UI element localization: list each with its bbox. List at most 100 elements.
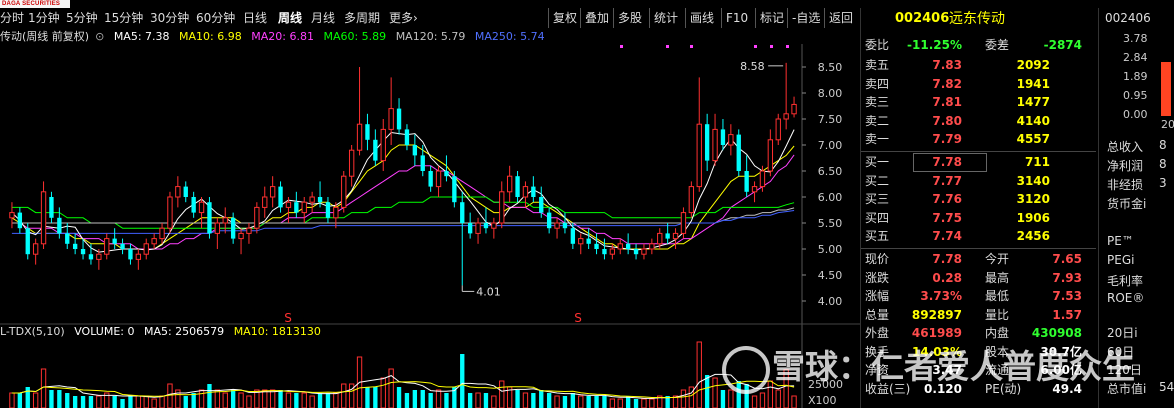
ma120-line xyxy=(11,207,795,224)
period-tab-8[interactable]: 月线 xyxy=(311,8,335,28)
candle-body xyxy=(128,249,133,260)
volume-bar xyxy=(617,398,623,408)
candle-body xyxy=(167,196,173,229)
toolbar-button-6[interactable]: 标记 xyxy=(760,8,784,28)
candle-body xyxy=(483,223,489,229)
volume-bar xyxy=(791,395,797,408)
candle-body xyxy=(301,201,307,214)
volume-bar xyxy=(159,395,165,408)
toolbar-button-0[interactable]: 复权 xyxy=(553,8,577,28)
candle-body xyxy=(491,222,497,229)
period-tab-2[interactable]: 5分钟 xyxy=(66,8,98,28)
stat-value-2: 7.65 xyxy=(1052,252,1082,266)
volume-bar xyxy=(72,396,78,408)
toolbar-button-7[interactable]: -自选 xyxy=(792,8,820,28)
ask-label: 卖一 xyxy=(865,132,890,146)
bid-price: 7.77 xyxy=(932,173,962,188)
valuation-label[interactable]: PE™ xyxy=(1107,234,1134,248)
toolbar-button-2[interactable]: 多股 xyxy=(618,8,642,28)
finance-bar xyxy=(1161,62,1171,116)
ask-row[interactable]: 卖一 7.79 4557 xyxy=(861,130,1096,148)
toolbar-button-5[interactable]: F10 xyxy=(726,8,748,28)
valuation-label[interactable]: ROE® xyxy=(1107,291,1144,305)
ask-price: 7.83 xyxy=(932,58,962,72)
candle-body xyxy=(751,186,758,193)
volume-bar xyxy=(238,392,244,408)
y-tick-label: 6.00 xyxy=(818,191,843,204)
ask-volume: 4140 xyxy=(1016,113,1050,128)
volume-bar xyxy=(609,398,616,408)
period-tab-1[interactable]: 1分钟 xyxy=(28,8,60,28)
valuation-label[interactable]: PEGi xyxy=(1107,253,1134,267)
bid-volume: 1906 xyxy=(1016,210,1050,225)
ask-volume: 2092 xyxy=(1016,58,1050,72)
ask-price: 7.82 xyxy=(932,76,962,91)
volume-bar xyxy=(388,368,394,408)
period-tab-4[interactable]: 30分钟 xyxy=(150,8,189,28)
toolbar-button-1[interactable]: 叠加 xyxy=(585,8,609,28)
volume-bar xyxy=(467,393,473,408)
bid-row[interactable]: 买四 7.75 1906 xyxy=(861,209,1096,227)
stat-value-2: 7.53 xyxy=(1052,289,1082,303)
period-tab-7[interactable]: 周线 xyxy=(278,8,302,28)
volume-bar xyxy=(183,396,188,408)
candle-body xyxy=(294,202,299,213)
ask-label: 卖四 xyxy=(865,76,890,91)
ask-row[interactable]: 卖四 7.82 1941 xyxy=(861,75,1096,93)
y-tick-label: 7.50 xyxy=(818,113,843,126)
toolbar-separator xyxy=(649,8,650,28)
toolbar-button-8[interactable]: 返回 xyxy=(829,8,853,28)
candle-body xyxy=(712,128,718,162)
volume-bar xyxy=(475,392,481,408)
stat-label-2: 今开 xyxy=(985,252,1010,266)
toolbar-separator xyxy=(548,8,549,28)
volume-header: L-TDX(5,10) VOLUME: 0 MA5: 2506579 MA10:… xyxy=(0,324,327,340)
candle-body xyxy=(104,238,110,255)
ask-row[interactable]: 卖二 7.80 4140 xyxy=(861,112,1096,130)
ma120-label: MA120: 5.79 xyxy=(395,30,466,43)
volume-bar xyxy=(88,396,94,408)
dropdown-icon[interactable]: ⊙ xyxy=(95,30,104,43)
candle-body xyxy=(254,206,260,229)
period-tab-6[interactable]: 日线 xyxy=(243,8,267,28)
toolbar-button-4[interactable]: 画线 xyxy=(690,8,714,28)
volume-bar xyxy=(262,389,268,408)
finance-tick: 0.00 xyxy=(1123,108,1148,121)
bid-row[interactable]: 买一 7.78 711 xyxy=(861,153,1096,172)
candle-body xyxy=(696,123,702,188)
candle-body xyxy=(198,201,205,214)
ask-row[interactable]: 卖三 7.81 1477 xyxy=(861,93,1096,111)
period-tab-5[interactable]: 60分钟 xyxy=(196,8,235,28)
bid-row[interactable]: 买二 7.77 3140 xyxy=(861,172,1096,190)
candle-body xyxy=(333,206,339,219)
volume-indicator-name[interactable]: L-TDX(5,10) xyxy=(0,325,65,338)
volume-bar xyxy=(586,396,591,408)
weibi-label: 委比 xyxy=(865,38,890,52)
period-tab-0[interactable]: 分时 xyxy=(0,8,24,28)
ask-volume: 1477 xyxy=(1016,95,1050,109)
ask-row[interactable]: 卖五 7.83 2092 xyxy=(861,56,1096,74)
bid-row[interactable]: 买五 7.74 2456 xyxy=(861,227,1096,245)
valuation-label[interactable]: 毛利率 xyxy=(1107,272,1143,289)
candle-body xyxy=(767,139,774,172)
candle-body xyxy=(356,123,363,151)
period-tab-3[interactable]: 15分钟 xyxy=(104,8,143,28)
finance-label[interactable]: 非经损 xyxy=(1107,176,1143,193)
finance-label[interactable]: 净利润 xyxy=(1107,157,1143,174)
finance-label[interactable]: 总收入 xyxy=(1107,138,1143,155)
toolbar-button-3[interactable]: 统计 xyxy=(654,8,678,28)
quote-title-row: 002406 远东传动 xyxy=(861,10,1096,28)
bid-row[interactable]: 买三 7.76 3120 xyxy=(861,190,1096,208)
candle-body xyxy=(9,212,15,219)
watermark-text: 雪球：仁者爱人普度众生 xyxy=(772,347,1135,386)
finance-stock-code: 002406 xyxy=(1105,11,1151,25)
toolbar-separator xyxy=(787,8,788,28)
candle-body xyxy=(672,232,679,240)
stat-row: 涨幅 3.73% 最低 7.53 xyxy=(861,287,1096,305)
period-tab-10[interactable]: 更多› xyxy=(389,8,418,28)
finance-label[interactable]: 货币金i xyxy=(1107,195,1146,212)
y-tick-label: 5.50 xyxy=(818,217,843,230)
period-tab-9[interactable]: 多周期 xyxy=(344,8,380,28)
ma60-line xyxy=(11,196,795,229)
chart-title[interactable]: 传动(周线 前复权) xyxy=(0,30,89,43)
